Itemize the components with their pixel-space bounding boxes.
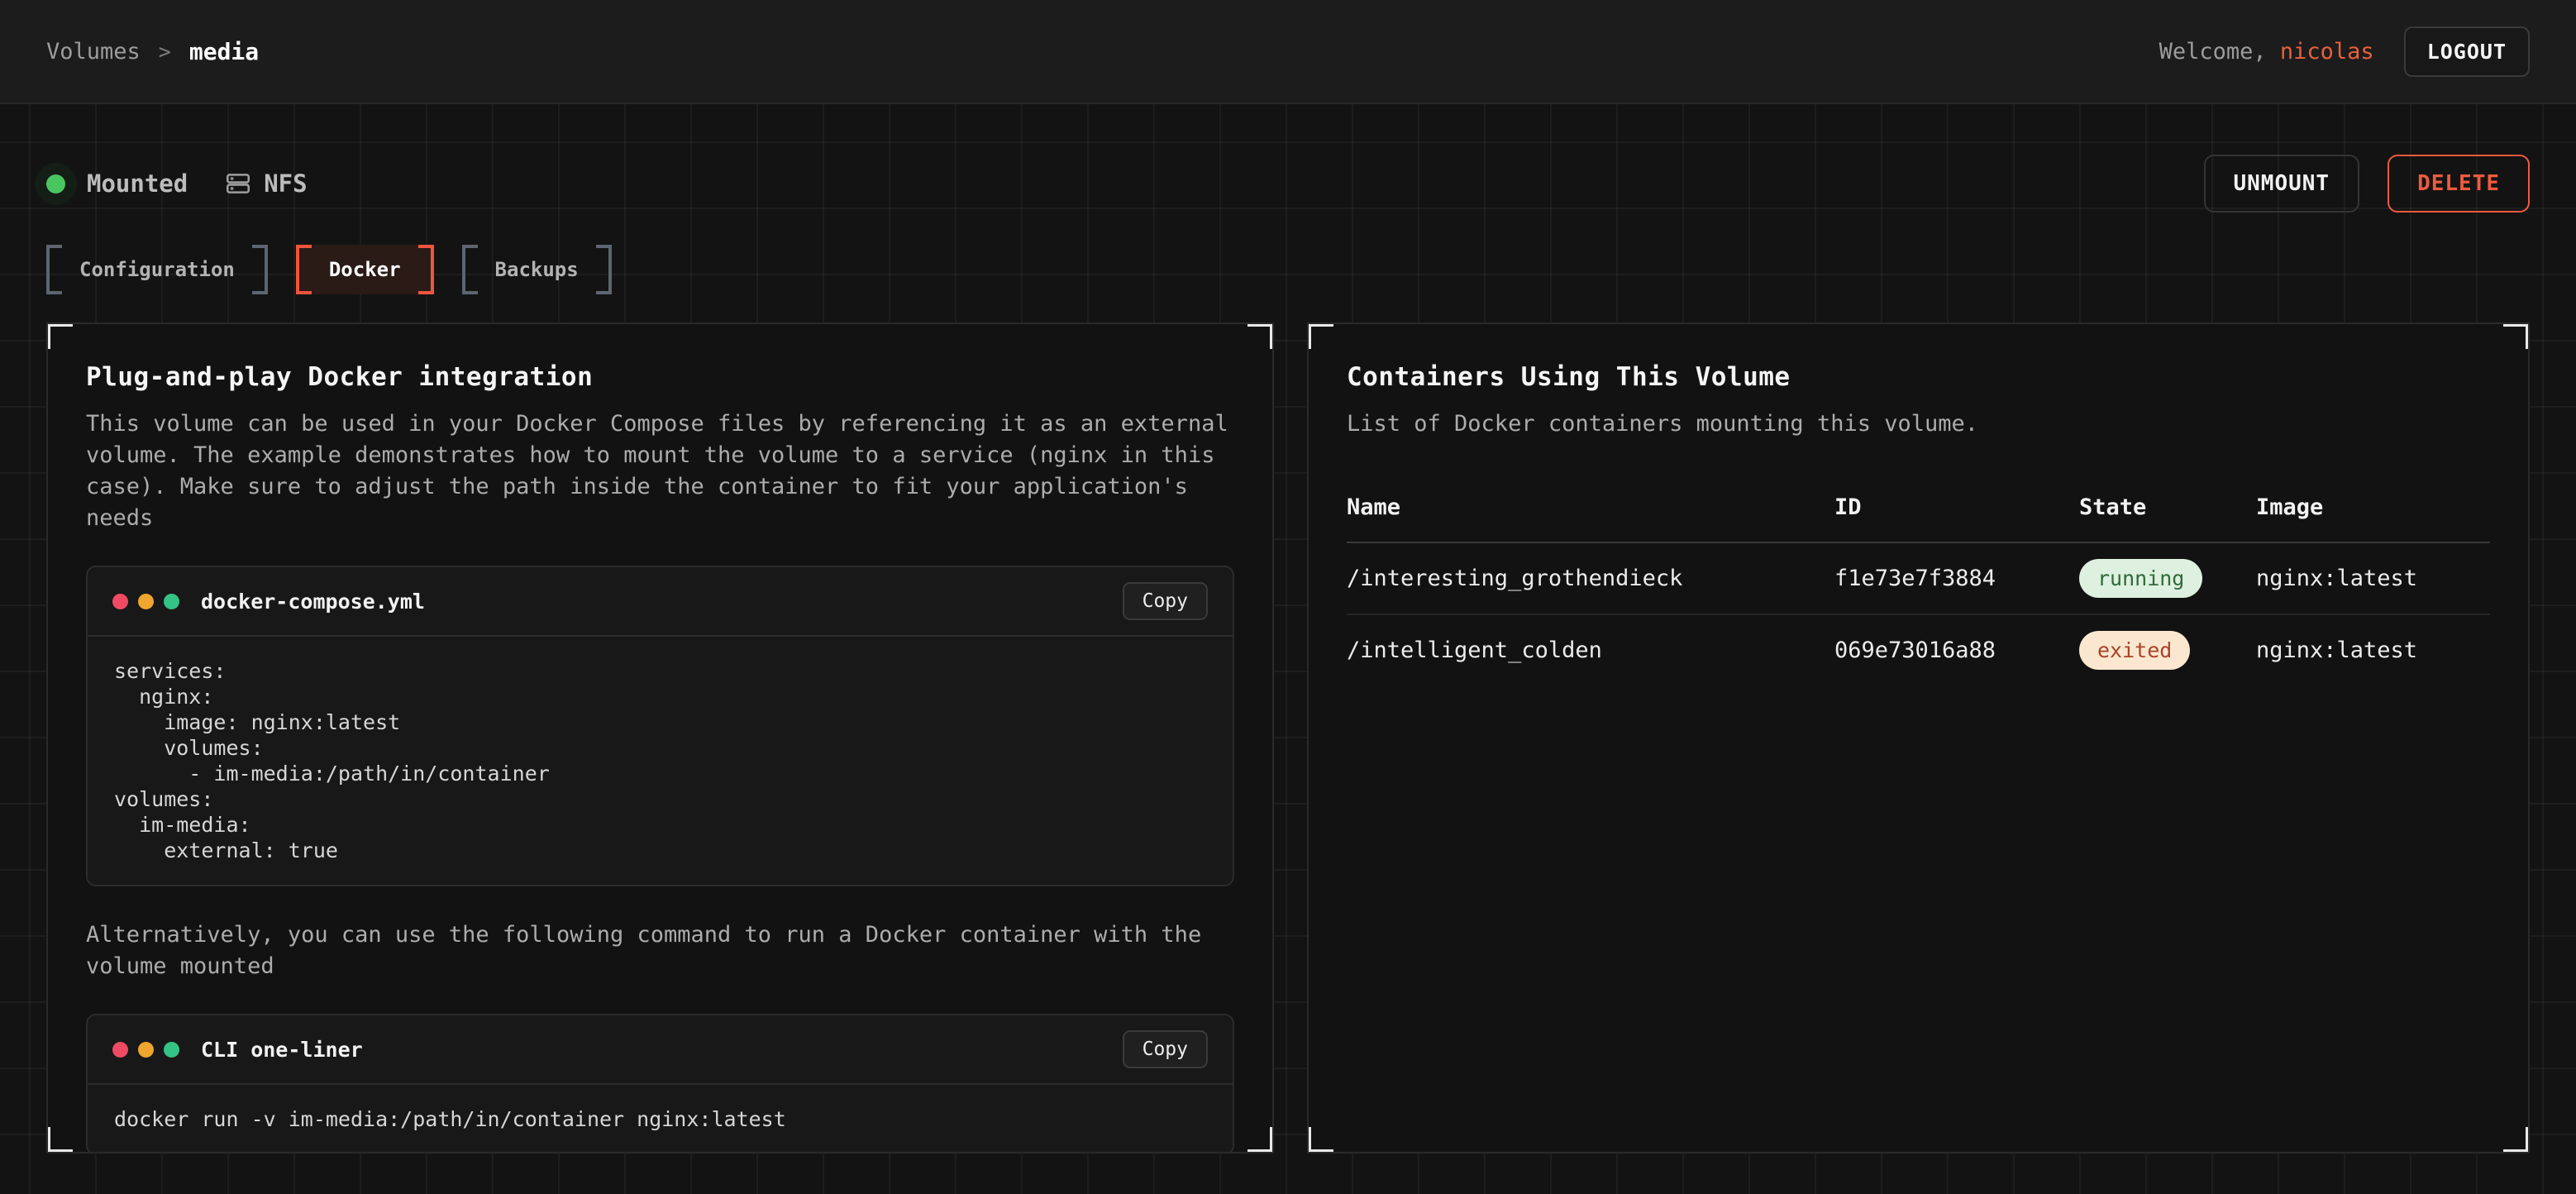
state-badge: running [2079, 559, 2202, 598]
nfs-label: NFS [264, 170, 307, 198]
table-row: /intelligent_colden 069e73016a88 exited … [1347, 615, 2490, 685]
state-badge: exited [2079, 631, 2190, 670]
traffic-light-green-icon [164, 1042, 179, 1058]
fs-type: NFS [224, 170, 307, 198]
containers-table: Name ID State Image /interesting_grothen… [1347, 494, 2490, 685]
tab-backups[interactable]: Backups [462, 245, 612, 294]
docker-integration-panel: Plug-and-play Docker integration This vo… [46, 322, 1274, 1153]
table-header-name: Name [1347, 494, 1834, 520]
cli-copy-button[interactable]: Copy [1123, 1030, 1208, 1068]
corner-bracket-icon [46, 322, 73, 349]
table-body: /interesting_grothendieck f1e73e7f3884 r… [1347, 543, 2490, 685]
traffic-light-red-icon [112, 1042, 128, 1058]
corner-bracket-icon [1307, 322, 1333, 349]
logout-button[interactable]: LOGOUT [2404, 26, 2530, 77]
corner-bracket-icon [1307, 1127, 1333, 1153]
compose-copy-button[interactable]: Copy [1123, 582, 1208, 620]
tab-docker[interactable]: Docker [296, 245, 434, 294]
containers-panel: Containers Using This Volume List of Doc… [1307, 322, 2530, 1153]
status-row: Mounted NFS UNMOUNT DELETE [46, 104, 2530, 212]
mounted-status: Mounted [46, 170, 188, 198]
tab-bar: Configuration Docker Backups [46, 245, 2530, 294]
cli-title: CLI one-liner [201, 1038, 363, 1062]
corner-bracket-icon [2503, 322, 2530, 349]
traffic-light-green-icon [164, 594, 179, 609]
containers-panel-subtitle: List of Docker containers mounting this … [1347, 408, 2490, 440]
table-header-state: State [2079, 494, 2256, 520]
cli-code: docker run -v im-media:/path/in/containe… [88, 1085, 1233, 1153]
compose-code-header: docker-compose.yml Copy [88, 567, 1233, 637]
delete-button[interactable]: DELETE [2388, 155, 2530, 213]
corner-bracket-icon [2503, 1127, 2530, 1153]
topbar-right: Welcome, nicolas LOGOUT [2159, 26, 2530, 77]
cell-container-id: f1e73e7f3884 [1834, 566, 2079, 591]
cell-container-image: nginx:latest [2256, 638, 2490, 663]
cell-container-image: nginx:latest [2256, 566, 2490, 591]
traffic-light-red-icon [112, 594, 128, 609]
mounted-dot-icon [46, 174, 65, 193]
compose-code: services: nginx: image: nginx:latest vol… [88, 637, 1233, 885]
server-icon [224, 170, 252, 198]
breadcrumb: Volumes > media [46, 38, 259, 65]
mounted-label: Mounted [87, 170, 188, 198]
panels-row: Plug-and-play Docker integration This vo… [46, 322, 2530, 1153]
breadcrumb-separator-icon: > [159, 40, 171, 64]
main-content: Mounted NFS UNMOUNT DELETE Configuration… [0, 104, 2576, 1194]
traffic-light-yellow-icon [138, 1042, 154, 1058]
top-bar: Volumes > media Welcome, nicolas LOGOUT [0, 0, 2576, 104]
tab-configuration[interactable]: Configuration [46, 245, 268, 294]
cli-code-header: CLI one-liner Copy [88, 1015, 1233, 1085]
breadcrumb-volumes-link[interactable]: Volumes [46, 39, 141, 64]
table-header-image: Image [2256, 494, 2490, 520]
cli-code-block: CLI one-liner Copy docker run -v im-medi… [86, 1014, 1234, 1153]
containers-panel-title: Containers Using This Volume [1347, 362, 2490, 392]
username: nicolas [2280, 39, 2374, 64]
compose-code-block: docker-compose.yml Copy services: nginx:… [86, 566, 1234, 886]
table-header-row: Name ID State Image [1347, 494, 2490, 543]
table-row: /interesting_grothendieck f1e73e7f3884 r… [1347, 543, 2490, 615]
traffic-lights [112, 1042, 179, 1058]
welcome-prefix: Welcome, [2159, 39, 2280, 64]
cli-intro-text: Alternatively, you can use the following… [86, 919, 1234, 982]
breadcrumb-current-volume: media [189, 38, 259, 65]
traffic-lights [112, 594, 179, 609]
welcome-text: Welcome, nicolas [2159, 39, 2374, 64]
traffic-light-yellow-icon [138, 594, 154, 609]
status-group: Mounted NFS [46, 170, 308, 198]
unmount-button[interactable]: UNMOUNT [2204, 155, 2360, 213]
corner-bracket-icon [46, 1127, 73, 1153]
cell-container-id: 069e73016a88 [1834, 638, 2079, 663]
docker-panel-title: Plug-and-play Docker integration [86, 362, 1234, 392]
table-header-id: ID [1834, 494, 2079, 520]
volume-actions: UNMOUNT DELETE [2204, 155, 2531, 213]
corner-bracket-icon [1247, 322, 1274, 349]
corner-bracket-icon [1247, 1127, 1274, 1153]
cell-container-name: /intelligent_colden [1347, 638, 1834, 663]
docker-panel-description: This volume can be used in your Docker C… [86, 408, 1234, 534]
compose-filename: docker-compose.yml [201, 590, 425, 614]
cell-container-name: /interesting_grothendieck [1347, 566, 1834, 591]
